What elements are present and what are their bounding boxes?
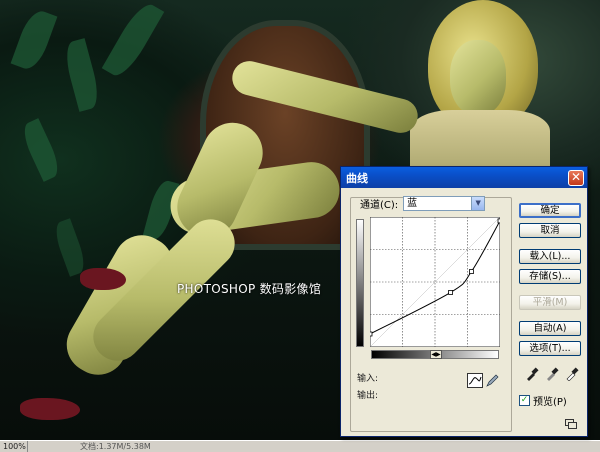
watermark-text: PHOTOSHOP 数码影像馆 [177, 282, 322, 296]
pencil-tool-icon[interactable] [485, 373, 499, 388]
curve-control-point[interactable] [497, 218, 500, 224]
curve-graph[interactable] [370, 217, 500, 347]
channel-row: 通道(C): 蓝 ▼ [360, 196, 486, 211]
channel-select[interactable]: 蓝 ▼ [403, 196, 486, 211]
close-button[interactable]: ✕ [568, 169, 584, 186]
status-bar: 100% 文档:1.37M/5.38M [0, 440, 600, 452]
fern-foliage [10, 7, 58, 73]
preview-checkbox-row[interactable]: ✓ 预览(P) [519, 393, 567, 408]
red-shoe [20, 398, 80, 420]
fern-foliage [101, 0, 165, 82]
gray-eyedropper-icon[interactable] [545, 367, 559, 381]
dialog-title: 曲线 [346, 171, 368, 185]
preview-label: 预览(P) [533, 397, 567, 408]
red-shoe [80, 268, 126, 290]
channel-value: 蓝 [407, 198, 418, 209]
gradient-toggle-icon[interactable]: ◀▶ [430, 350, 442, 359]
resize-icon[interactable] [565, 419, 577, 429]
load-button[interactable]: 载入(L)... [519, 249, 581, 264]
input-label: 输入: [357, 374, 379, 384]
output-gradient-bar [356, 219, 364, 347]
curves-dialog: 曲线 ✕ 通道(C): 蓝 ▼ ◀▶ 输入: 输出: 确定 取消 载入(L)..… [340, 166, 588, 437]
curve-control-point[interactable] [370, 331, 373, 337]
save-button[interactable]: 存储(S)... [519, 269, 581, 284]
preview-checkbox[interactable]: ✓ [519, 395, 530, 406]
white-eyedropper-icon[interactable] [565, 367, 579, 382]
curve-tool-icon[interactable] [467, 373, 483, 388]
curve-control-point[interactable] [469, 269, 474, 274]
smooth-button[interactable]: 平滑(M) [519, 295, 581, 310]
options-button[interactable]: 选项(T)... [519, 341, 581, 356]
auto-button[interactable]: 自动(A) [519, 321, 581, 336]
ok-button[interactable]: 确定 [519, 203, 581, 218]
output-label: 输出: [357, 391, 379, 401]
channel-label: 通道(C): [360, 200, 399, 211]
close-icon: ✕ [570, 169, 582, 184]
zoom-level[interactable]: 100% [0, 441, 28, 452]
fern-foliage [51, 218, 89, 277]
cancel-button[interactable]: 取消 [519, 223, 581, 238]
chevron-down-icon[interactable]: ▼ [471, 197, 485, 210]
black-eyedropper-icon[interactable] [525, 367, 539, 381]
curve-control-point[interactable] [448, 290, 453, 295]
fern-foliage [61, 38, 103, 112]
face [450, 40, 506, 115]
document-size-info[interactable]: 文档:1.37M/5.38M [28, 441, 151, 452]
dialog-titlebar[interactable]: 曲线 ✕ [341, 167, 587, 188]
fern-foliage [18, 118, 64, 182]
